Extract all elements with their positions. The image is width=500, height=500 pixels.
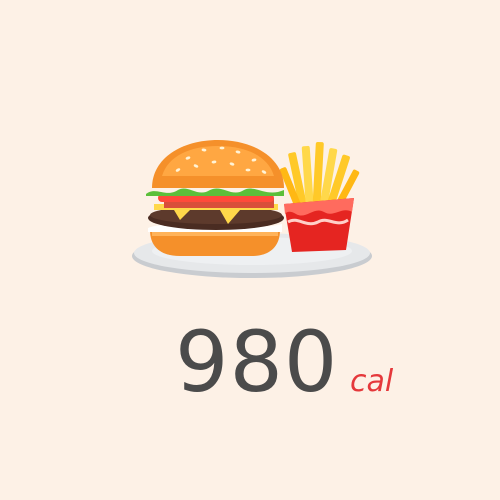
- fries-box: [284, 198, 354, 252]
- calorie-readout: 980 cal: [0, 310, 500, 420]
- burger-and-fries-icon: [132, 140, 372, 278]
- calorie-card: 980 cal: [0, 0, 500, 500]
- calorie-value: 980: [175, 313, 339, 411]
- calorie-unit: cal: [350, 364, 394, 399]
- burger: [146, 140, 284, 256]
